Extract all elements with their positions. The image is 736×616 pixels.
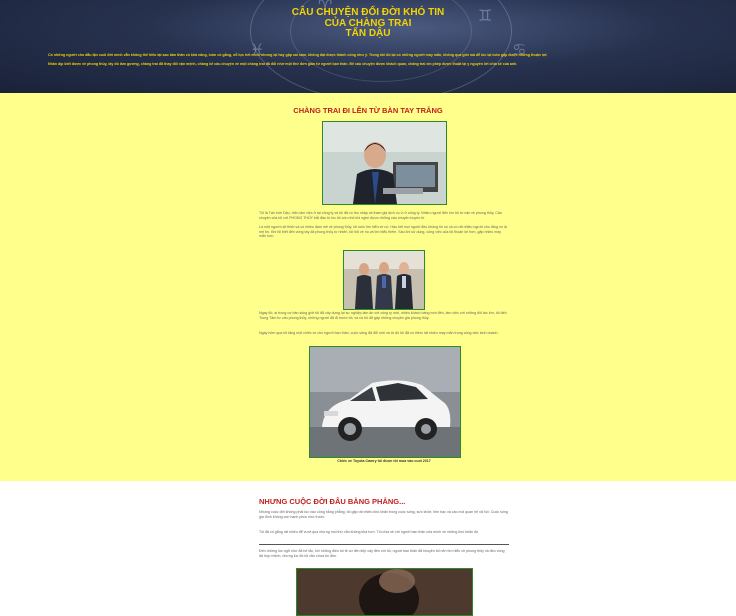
story-paragraph: Là một người rất thích và có nhiều đam m… bbox=[259, 225, 507, 239]
story-paragraph: Tôi là Tấn mới Dậu, hiện làm việc ở tại … bbox=[259, 211, 502, 220]
portrait-photo bbox=[322, 121, 447, 205]
hero-banner: ♈ ♊ ♋ ♓ CÂU CHUYỆN ĐỔI ĐỜI KHÓ TIN CỦA C… bbox=[0, 0, 736, 93]
car-photo bbox=[309, 346, 461, 458]
title-line: TẤN DẬU bbox=[345, 28, 391, 39]
page-title: CÂU CHUYỆN ĐỔI ĐỜI KHÓ TIN CỦA CHÀNG TRA… bbox=[0, 7, 736, 40]
sad-man-photo bbox=[296, 568, 473, 616]
section-title: CHÀNG TRAI ĐI LÊN TỪ BÀN TAY TRẮNG bbox=[293, 106, 443, 115]
story-paragraph: Ngày hôm qua tôi tặng một chiếc xe cho n… bbox=[259, 331, 499, 335]
story-paragraph: Nhưng cuộc đời không phải lúc nào cũng b… bbox=[259, 510, 508, 519]
title-line: CÂU CHUYỆN ĐỔI ĐỜI KHÓ TIN bbox=[291, 7, 445, 18]
divider bbox=[259, 544, 509, 545]
intro-paragraph: Có những người cho dẫu tận cuối đời mình… bbox=[48, 53, 548, 57]
photo-caption: Chiếc xe Toyota Camry tôi được tôi mua v… bbox=[337, 459, 431, 463]
group-photo bbox=[343, 250, 425, 310]
story-paragraph: Đến những lúc ngỡ như đã bế tắc, khi nhữ… bbox=[259, 549, 505, 558]
story-paragraph: Ngay đó, ai trong cơ bản sống giới tôi đ… bbox=[259, 311, 507, 320]
story-paragraph: Tôi đã cố gắng rất nhiều để vượt qua như… bbox=[259, 530, 479, 534]
intro-paragraph: Nhân dịp biết được về phong thủy, lấy đó… bbox=[48, 62, 518, 66]
section-title: NHƯNG CUỘC ĐỜI ĐÂU BẰNG PHẲNG... bbox=[259, 497, 406, 506]
